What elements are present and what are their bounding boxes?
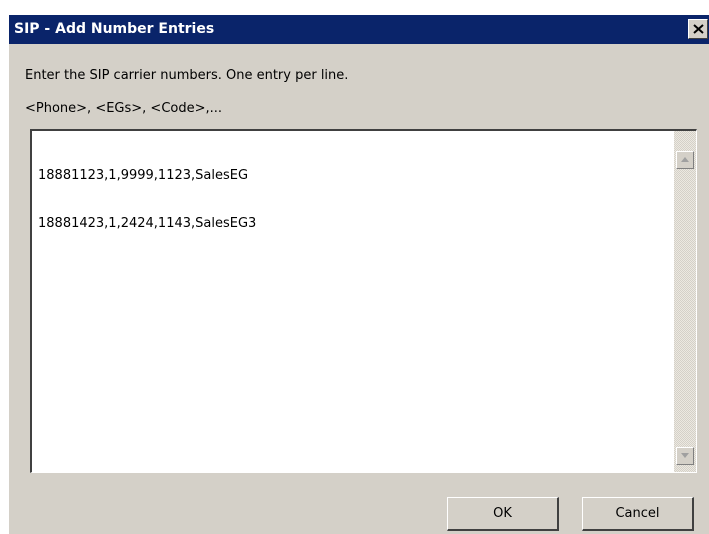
- entries-textarea[interactable]: 18881123,1,9999,1123,SalesEG 18881423,1,…: [30, 129, 697, 473]
- scroll-up-button[interactable]: [676, 151, 694, 169]
- arrow-down-icon: [681, 453, 689, 458]
- close-button[interactable]: [688, 19, 708, 39]
- entry-line: 18881123,1,9999,1123,SalesEG: [38, 168, 249, 183]
- vertical-scrollbar[interactable]: [674, 131, 696, 472]
- ok-button[interactable]: OK: [447, 497, 559, 531]
- arrow-up-icon: [681, 157, 689, 162]
- sip-add-number-entries-dialog: SIP - Add Number Entries Enter the SIP c…: [8, 14, 709, 534]
- dialog-title: SIP - Add Number Entries: [14, 21, 215, 37]
- instruction-text: Enter the SIP carrier numbers. One entry…: [25, 68, 349, 83]
- close-icon: [693, 24, 704, 34]
- scroll-down-button[interactable]: [676, 447, 694, 465]
- cancel-button[interactable]: Cancel: [582, 497, 694, 531]
- entries-list: 18881123,1,9999,1123,SalesEG 18881423,1,…: [38, 136, 668, 264]
- entry-line: 18881423,1,2424,1143,SalesEG3: [38, 216, 257, 231]
- title-bar[interactable]: SIP - Add Number Entries: [9, 15, 709, 44]
- format-hint-text: <Phone>, <EGs>, <Code>,...: [25, 101, 223, 116]
